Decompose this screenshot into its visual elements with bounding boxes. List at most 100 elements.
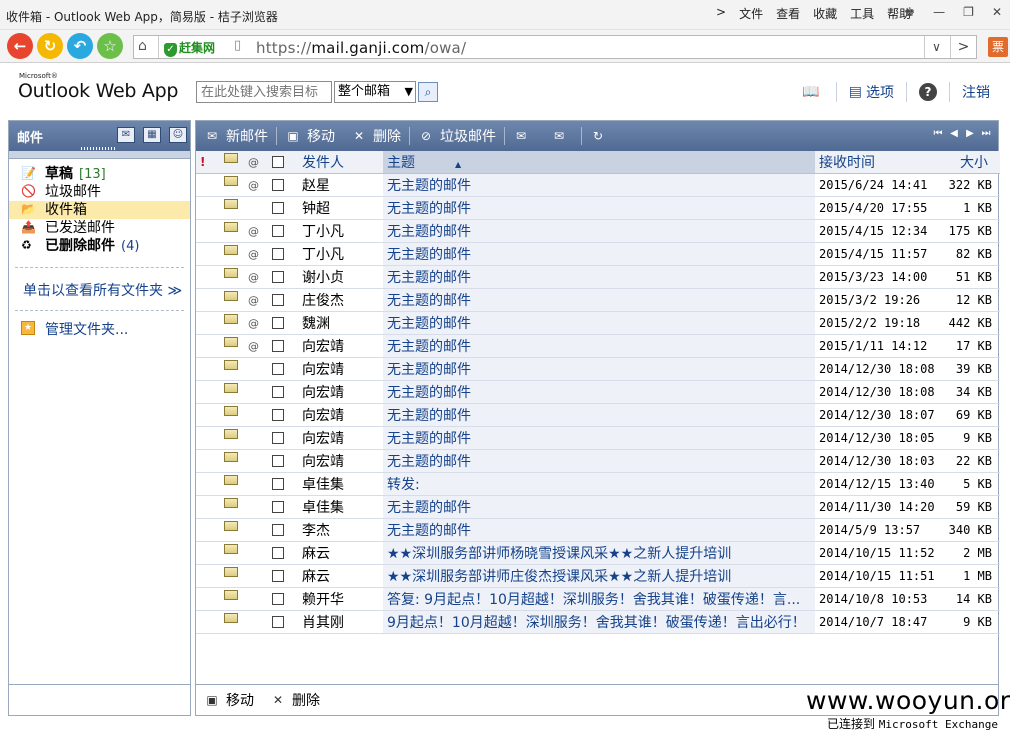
sender-cell[interactable]: 向宏靖 (298, 403, 383, 427)
logout-link[interactable]: 注销 (962, 82, 990, 102)
sender-cell[interactable]: 赵星 (298, 173, 383, 197)
row-checkbox[interactable] (272, 408, 284, 421)
first-page-icon[interactable]: ⏮ (932, 127, 944, 141)
type-column-header[interactable] (220, 151, 244, 174)
sender-cell[interactable]: 麻云 (298, 541, 383, 565)
table-row[interactable]: 赖开华 答复: 9月起点！10月超越！深圳服务！舍我其谁！破蛋传递！言... 201… (196, 587, 1000, 611)
row-checkbox[interactable] (272, 454, 284, 467)
row-checkbox[interactable] (272, 592, 284, 605)
folder-drafts[interactable]: 📝 草稿 [13] (9, 165, 190, 183)
subject-link[interactable]: ★★深圳服务部讲师庄俊杰授课风采★★之新人提升培训 (383, 564, 815, 588)
contacts-icon[interactable]: ☺ (169, 127, 187, 143)
folder-junk[interactable]: 🚫 垃圾邮件 (9, 183, 190, 201)
subject-link[interactable]: 无主题的邮件 (383, 173, 815, 197)
search-scope-select[interactable]: 整个邮箱 ▼ (334, 81, 416, 103)
table-row[interactable]: 向宏靖 无主题的邮件 2014/12/30 18:05 9 KB (196, 426, 1000, 450)
resize-handle[interactable] (81, 147, 117, 150)
table-row[interactable]: @ 向宏靖 无主题的邮件 2015/1/11 14:12 17 KB (196, 334, 1000, 358)
subject-link[interactable]: 无主题的邮件 (383, 380, 815, 404)
row-checkbox[interactable] (272, 339, 284, 352)
row-checkbox[interactable] (272, 500, 284, 513)
subject-column-header[interactable]: 主题 ▲ (383, 151, 815, 174)
row-checkbox[interactable] (272, 546, 284, 559)
sender-cell[interactable]: 谢小贞 (298, 265, 383, 289)
subject-link[interactable]: 无主题的邮件 (383, 403, 815, 427)
search-icon[interactable]: ⌕ (418, 82, 438, 102)
folder-sent[interactable]: 📤 已发送邮件 (9, 219, 190, 237)
table-row[interactable]: @ 谢小贞 无主题的邮件 2015/3/23 14:00 51 KB (196, 265, 1000, 289)
address-bar[interactable]: ⌂ ✓ 赶集网 ▯ https://mail.ganji.com/owa/ ∨ > (133, 35, 977, 59)
safe-site-badge[interactable]: ✓ 赶集网 (164, 39, 215, 57)
select-all-header[interactable] (268, 151, 298, 174)
ticket-button[interactable]: 票 (988, 37, 1008, 57)
importance-column-header[interactable]: ! (196, 151, 220, 174)
subject-link[interactable]: 无主题的邮件 (383, 495, 815, 519)
subject-link[interactable]: 无主题的邮件 (383, 311, 815, 335)
row-checkbox[interactable] (272, 569, 284, 582)
sender-cell[interactable]: 魏渊 (298, 311, 383, 335)
subject-link[interactable]: 无主题的邮件 (383, 242, 815, 266)
bottom-move-button[interactable]: ▣ 移动 (196, 685, 262, 715)
search-input[interactable] (196, 81, 332, 103)
sender-cell[interactable]: 丁小凡 (298, 242, 383, 266)
row-checkbox[interactable] (272, 316, 284, 329)
subject-link[interactable]: ★★深圳服务部讲师杨晓雪授课风采★★之新人提升培训 (383, 541, 815, 565)
row-checkbox[interactable] (272, 431, 284, 444)
sender-cell[interactable]: 向宏靖 (298, 334, 383, 358)
subject-link[interactable]: 无主题的邮件 (383, 219, 815, 243)
table-row[interactable]: @ 庄俊杰 无主题的邮件 2015/3/2 19:26 12 KB (196, 288, 1000, 312)
subject-link[interactable]: 无主题的邮件 (383, 288, 815, 312)
row-checkbox[interactable] (272, 247, 284, 260)
folder-inbox[interactable]: 📂 收件箱 (9, 201, 190, 219)
row-checkbox[interactable] (272, 224, 284, 237)
row-checkbox[interactable] (272, 523, 284, 536)
row-checkbox[interactable] (272, 293, 284, 306)
move-button[interactable]: ▣ 移动 (277, 121, 343, 151)
sender-cell[interactable]: 向宏靖 (298, 426, 383, 450)
help-icon[interactable]: ? (919, 83, 937, 101)
options-link[interactable]: 选项 (866, 82, 894, 102)
sender-cell[interactable]: 庄俊杰 (298, 288, 383, 312)
delete-button[interactable]: ✕ 删除 (343, 121, 409, 151)
table-row[interactable]: 钟超 无主题的邮件 2015/4/20 17:55 1 KB (196, 196, 1000, 220)
table-row[interactable]: @ 丁小凡 无主题的邮件 2015/4/15 12:34 175 KB (196, 219, 1000, 243)
menu-favorites[interactable]: 收藏 (813, 5, 837, 22)
folder-deleted[interactable]: ♻ 已删除邮件 (4) (9, 237, 190, 255)
home-icon[interactable]: ⌂ (138, 38, 147, 54)
sender-cell[interactable]: 向宏靖 (298, 357, 383, 381)
subject-link[interactable]: 无主题的邮件 (383, 449, 815, 473)
sender-cell[interactable]: 李杰 (298, 518, 383, 542)
subject-link[interactable]: 无主题的邮件 (383, 265, 815, 289)
table-row[interactable]: 向宏靖 无主题的邮件 2014/12/30 18:08 34 KB (196, 380, 1000, 404)
table-row[interactable]: 李杰 无主题的邮件 2014/5/9 13:57 340 KB (196, 518, 1000, 542)
menu-arrow-icon[interactable]: > (716, 5, 726, 22)
row-checkbox[interactable] (272, 362, 284, 375)
sender-column-header[interactable]: 发件人 (298, 151, 383, 174)
undo-icon[interactable]: ↶ (67, 33, 93, 59)
size-column-header[interactable]: 大小 (940, 151, 1000, 174)
subject-link[interactable]: 无主题的邮件 (383, 357, 815, 381)
go-icon[interactable]: > (950, 36, 976, 58)
view-all-folders-link[interactable]: 单击以查看所有文件夹 ≫ (9, 268, 190, 310)
restore-icon[interactable]: ❐ (963, 5, 974, 19)
table-row[interactable]: 向宏靖 无主题的邮件 2014/12/30 18:03 22 KB (196, 449, 1000, 473)
sender-cell[interactable]: 麻云 (298, 564, 383, 588)
close-icon[interactable]: ✕ (992, 5, 1002, 19)
menu-tools[interactable]: 工具 (850, 5, 874, 22)
junk-button[interactable]: ⊘ 垃圾邮件 (410, 121, 504, 151)
subject-link[interactable]: 9月起点！10月超越！深圳服务！舍我其谁！破蛋传递！言出必行！ (383, 610, 815, 634)
subject-link[interactable]: 答复: 9月起点！10月超越！深圳服务！舍我其谁！破蛋传递！言... (383, 587, 815, 611)
sender-cell[interactable]: 钟超 (298, 196, 383, 220)
row-checkbox[interactable] (272, 178, 284, 191)
table-row[interactable]: 卓佳集 无主题的邮件 2014/11/30 14:20 59 KB (196, 495, 1000, 519)
bottom-delete-button[interactable]: ✕ 删除 (262, 685, 328, 715)
subject-link[interactable]: 无主题的邮件 (383, 426, 815, 450)
sender-cell[interactable]: 向宏靖 (298, 449, 383, 473)
mark-unread-button[interactable]: ✉ (543, 121, 581, 151)
prev-page-icon[interactable]: ◀ (948, 127, 960, 141)
new-mail-button[interactable]: ✉ 新邮件 (196, 121, 276, 151)
subject-link[interactable]: 转发: (383, 472, 815, 496)
table-row[interactable]: 卓佳集 转发: 2014/12/15 13:40 5 KB (196, 472, 1000, 496)
manage-folders-link[interactable]: ★ 管理文件夹... (9, 311, 190, 339)
address-book-icon[interactable]: 📖 (802, 84, 819, 100)
